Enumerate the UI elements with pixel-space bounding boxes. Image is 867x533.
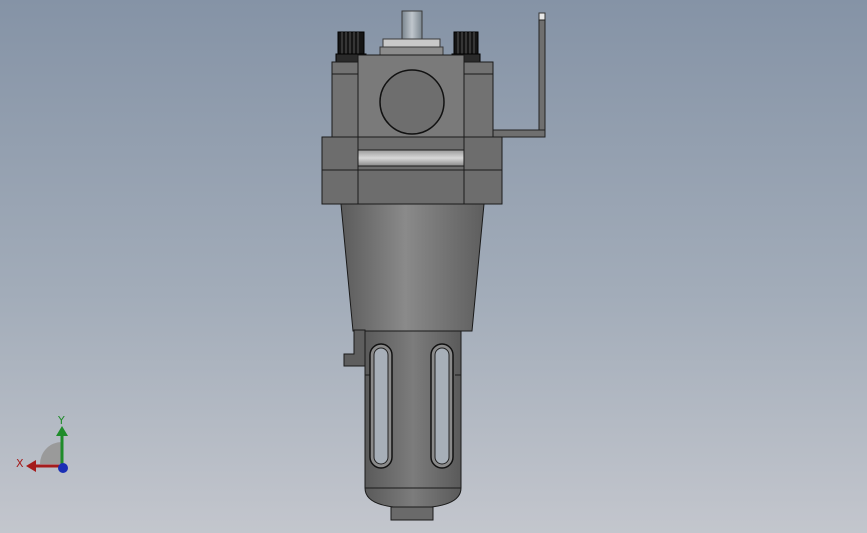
- filter-regulator-model[interactable]: [0, 0, 867, 533]
- triad-plane-quadrant: [40, 442, 62, 464]
- mounting-bracket: [489, 12, 546, 138]
- drain-valve: [390, 506, 434, 521]
- port-block: [321, 136, 503, 205]
- bowl-right-window: [430, 343, 454, 469]
- adjustment-stem: [379, 10, 444, 56]
- y-axis-arrow-icon: [56, 426, 68, 436]
- side-tab: [343, 329, 366, 367]
- z-axis-dot-icon: [58, 463, 68, 473]
- bowl-left-window: [369, 343, 393, 469]
- y-axis-label: Y: [58, 414, 65, 427]
- graphics-viewport[interactable]: Y X: [0, 0, 867, 533]
- tapered-body: [340, 203, 485, 332]
- gauge-port: [379, 69, 445, 135]
- x-axis-arrow-icon: [26, 460, 36, 472]
- x-axis-label: X: [16, 457, 24, 470]
- coordinate-triad[interactable]: Y X: [14, 414, 74, 474]
